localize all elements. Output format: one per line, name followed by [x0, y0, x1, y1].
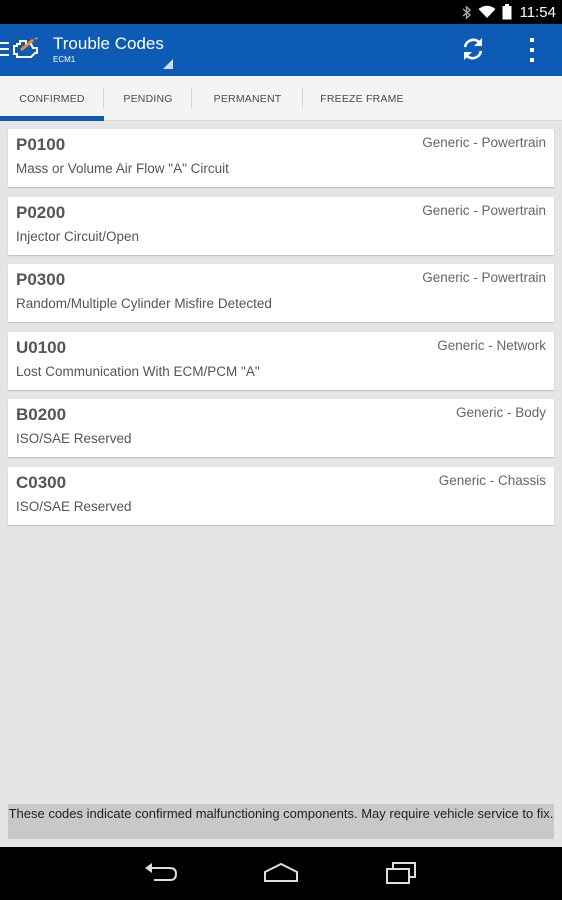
dtc-code: P0100 [16, 135, 66, 154]
system-nav-bar [0, 847, 562, 900]
action-bar: Trouble Codes ECM1 [0, 24, 562, 76]
tab-label: CONFIRMED [19, 92, 85, 105]
ecu-selector-label: ECM1 [53, 55, 76, 64]
trouble-code-list: P0100 Generic - Powertrain Mass or Volum… [8, 129, 554, 534]
dtc-category: Generic - Powertrain [422, 202, 546, 218]
tab-label: PENDING [123, 92, 173, 105]
dropdown-indicator-icon[interactable] [163, 59, 173, 69]
dtc-description: Lost Communication With ECM/PCM "A" [16, 363, 260, 379]
app-screen: { "status_bar": { "time": "11:54" }, "ac… [0, 0, 562, 900]
tab-confirmed[interactable]: CONFIRMED [0, 76, 104, 121]
dtc-code: P0200 [16, 202, 66, 222]
trouble-code-item[interactable]: P0100 Generic - Powertrain Mass or Volum… [8, 129, 554, 187]
dtc-code: C0300 [16, 472, 67, 492]
trouble-code-item[interactable]: U0100 Generic - Network Lost Communicati… [8, 331, 554, 390]
dtc-description: ISO/SAE Reserved [16, 498, 132, 514]
tab-permanent[interactable]: PERMANENT [192, 76, 303, 121]
title-block[interactable]: Trouble Codes ECM1 [53, 34, 164, 65]
dtc-code: U0100 [16, 337, 67, 357]
more-vert-icon[interactable] [524, 38, 540, 62]
dtc-description: Injector Circuit/Open [16, 228, 140, 244]
dtc-category: Generic - Powertrain [422, 135, 546, 150]
tab-bar: CONFIRMED PENDING PERMANENT FREEZE FRAME [0, 76, 562, 121]
check-engine-icon[interactable] [11, 36, 43, 66]
info-footer: These codes indicate confirmed malfuncti… [8, 804, 554, 839]
menu-icon[interactable] [0, 42, 9, 56]
trouble-code-item[interactable]: B0200 Generic - Body ISO/SAE Reserved [8, 399, 554, 457]
dtc-category: Generic - Powertrain [422, 270, 546, 285]
dtc-description: ISO/SAE Reserved [16, 431, 132, 446]
tab-freeze-frame[interactable]: FREEZE FRAME [303, 76, 421, 121]
tab-label: FREEZE FRAME [320, 92, 404, 105]
status-bar: 11:54 [0, 0, 562, 24]
dtc-category: Generic - Body [455, 405, 546, 420]
dtc-description: Random/Multiple Cylinder Misfire Detecte… [16, 296, 272, 311]
dtc-description: Mass or Volume Air Flow "A" Circuit [16, 161, 229, 176]
recents-icon [383, 861, 419, 889]
home-button[interactable] [262, 861, 300, 889]
tab-pending[interactable]: PENDING [104, 76, 192, 121]
status-clock: 11:54 [519, 3, 556, 21]
recents-button[interactable] [383, 861, 419, 889]
trouble-code-item[interactable]: P0200 Generic - Powertrain Injector Circ… [8, 196, 554, 255]
home-icon [262, 861, 300, 889]
active-tab-indicator [0, 116, 104, 121]
refresh-icon [460, 36, 486, 66]
tab-label: PERMANENT [213, 92, 282, 105]
dtc-code: B0200 [16, 405, 67, 424]
bluetooth-icon [462, 4, 472, 20]
dtc-code: P0300 [16, 270, 66, 289]
back-button[interactable] [142, 861, 180, 889]
refresh-button[interactable] [459, 37, 487, 65]
trouble-code-item[interactable]: P0300 Generic - Powertrain Random/Multip… [8, 264, 554, 322]
battery-icon [502, 4, 512, 20]
trouble-code-item[interactable]: C0300 Generic - Chassis ISO/SAE Reserved [8, 466, 554, 525]
page-title: Trouble Codes [53, 34, 164, 53]
dtc-category: Generic - Network [437, 337, 546, 353]
back-icon [142, 861, 180, 889]
dtc-category: Generic - Chassis [438, 472, 546, 488]
wifi-icon [478, 5, 496, 19]
